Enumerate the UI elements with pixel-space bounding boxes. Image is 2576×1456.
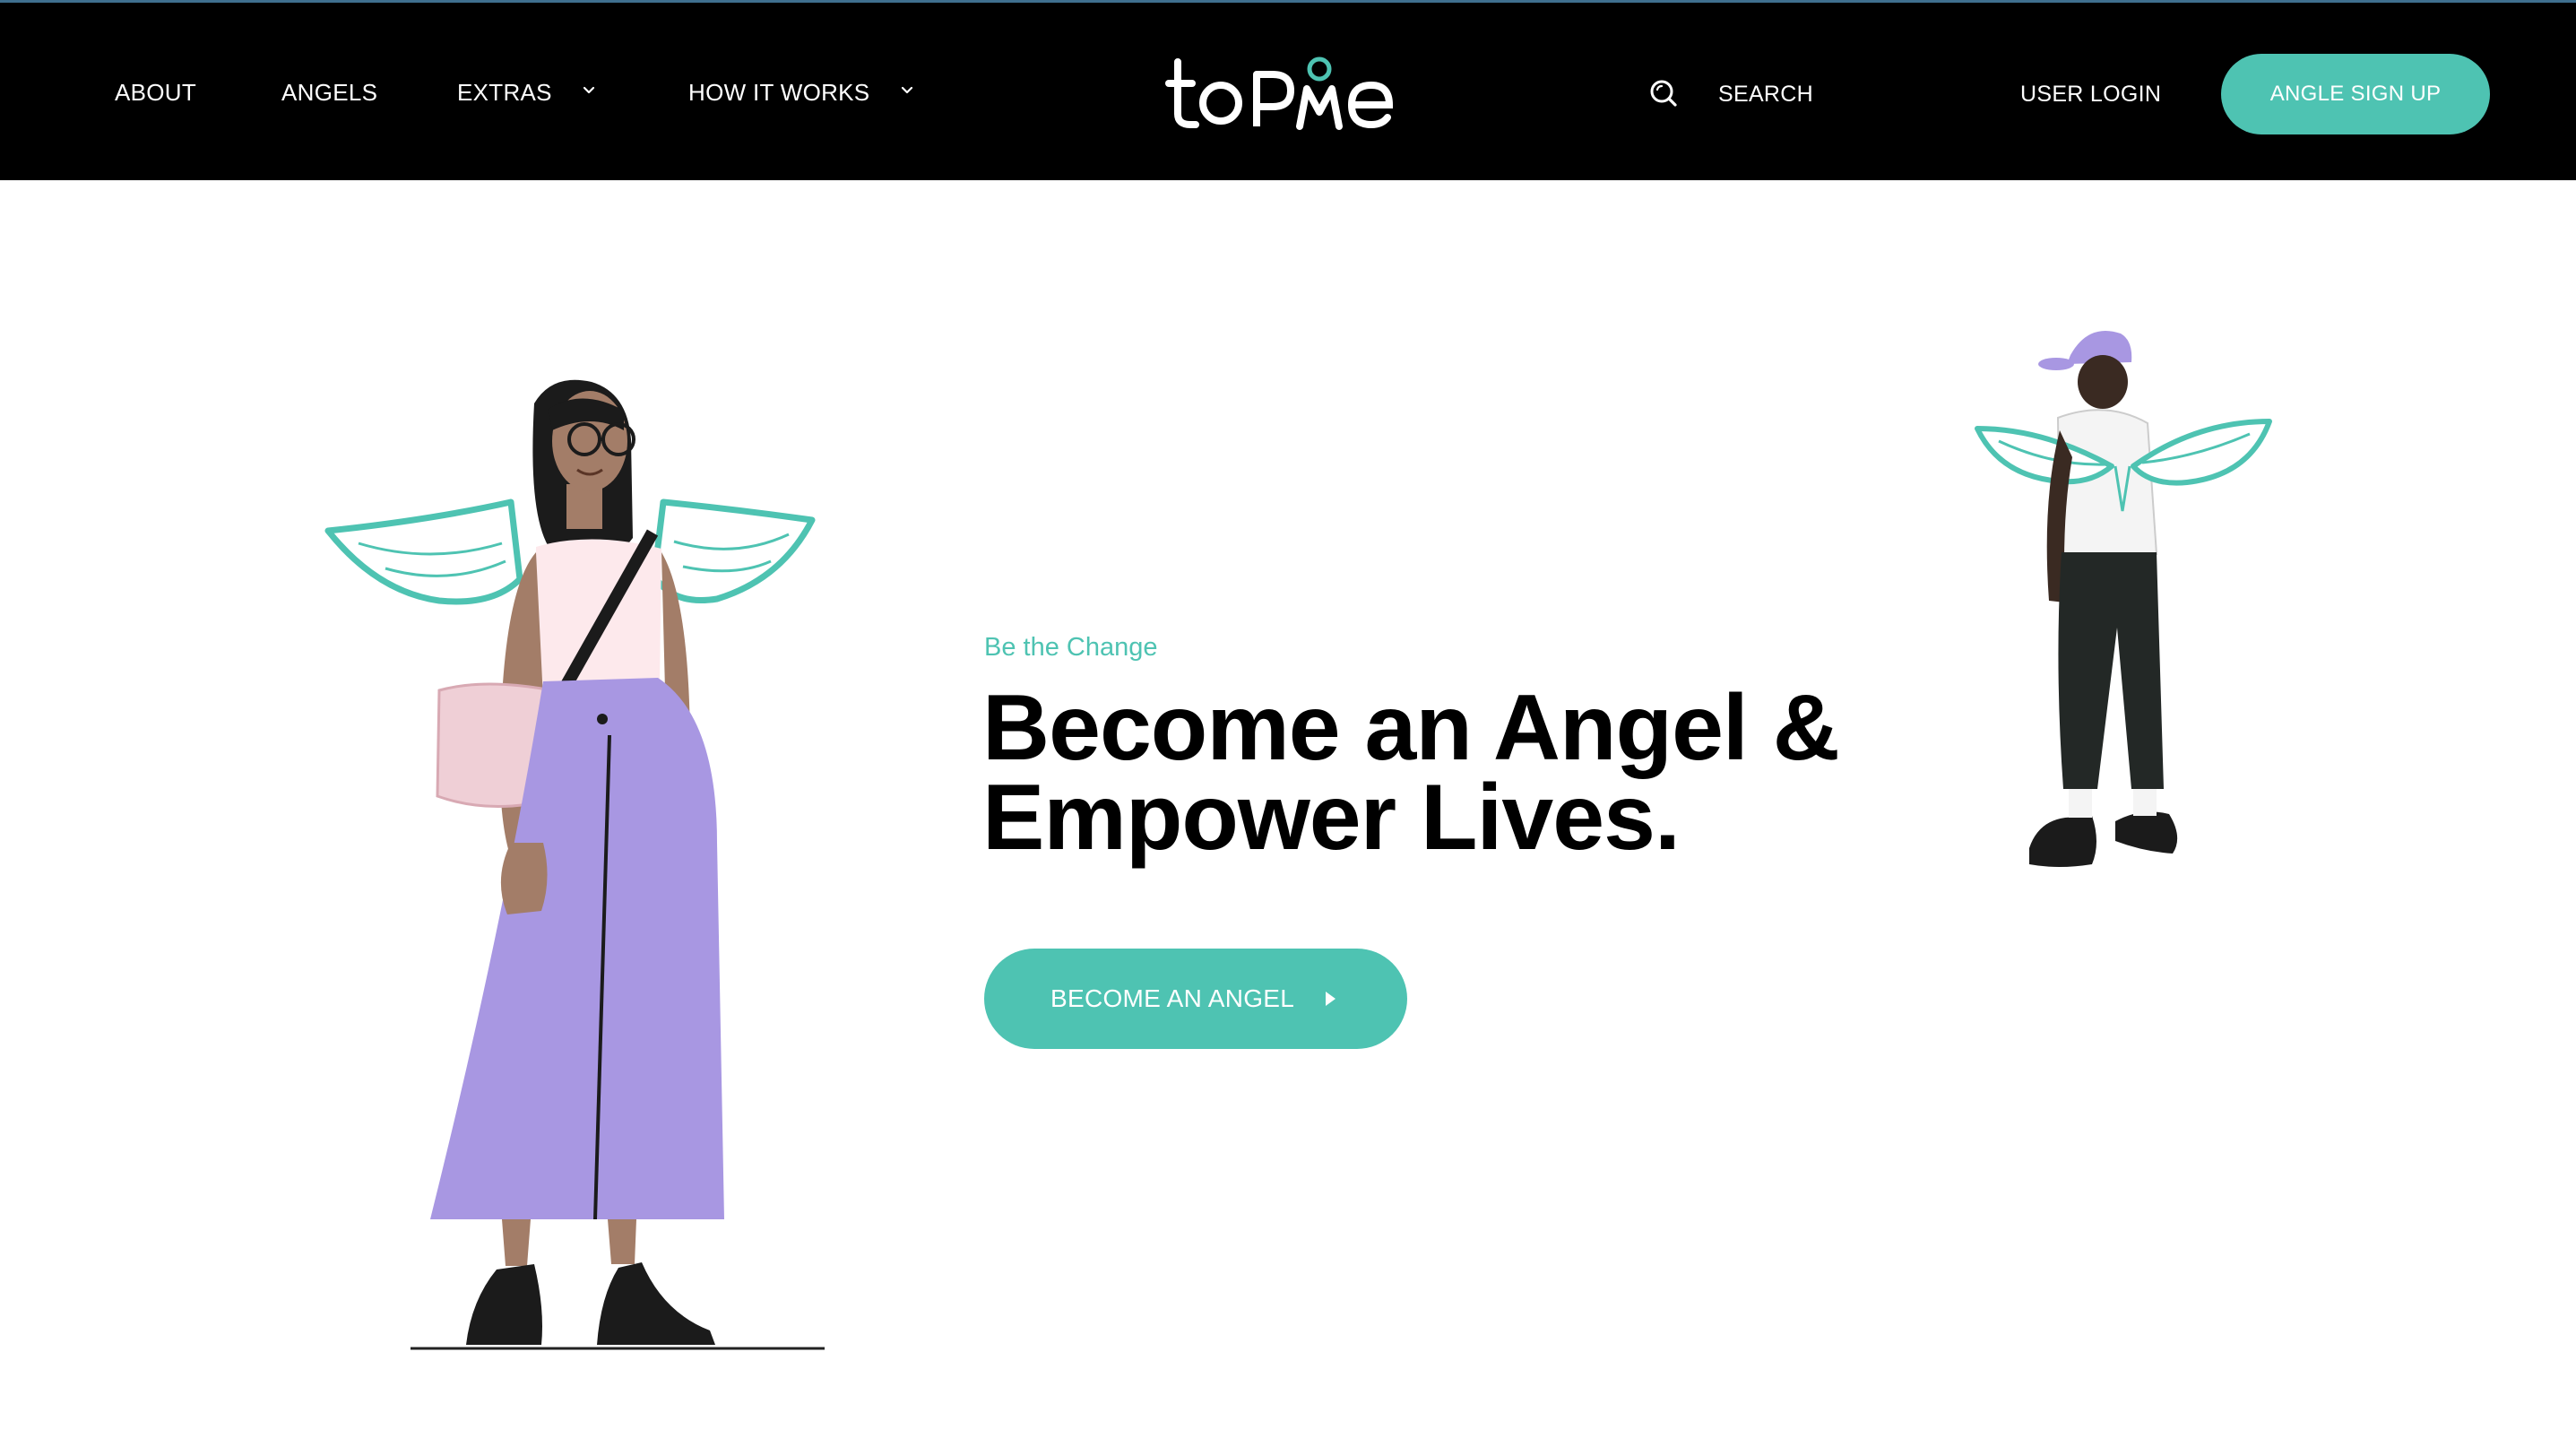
topme-logo[interactable]: [1165, 49, 1407, 139]
woman-angel-illustration: [324, 379, 825, 1350]
site-header: ABOUT ANGELS EXTRAS HOW IT WORKS SEARCH …: [0, 0, 2576, 180]
angle-sign-up-button[interactable]: ANGLE SIGN UP: [2221, 54, 2490, 134]
chevron-down-icon[interactable]: [895, 78, 920, 103]
nav-angels[interactable]: ANGELS: [281, 76, 377, 108]
cta-label: BECOME AN ANGEL: [1050, 984, 1295, 1012]
page: ABOUT ANGELS EXTRAS HOW IT WORKS SEARCH …: [0, 0, 2576, 1456]
become-an-angel-button[interactable]: BECOME AN ANGEL: [984, 949, 1407, 1049]
nav-extras[interactable]: EXTRAS: [457, 76, 552, 108]
hero-headline-line2: Empower Lives.: [982, 766, 1681, 870]
search-icon[interactable]: [1646, 76, 1681, 112]
nav-how-it-works[interactable]: HOW IT WORKS: [688, 76, 869, 108]
nav-about[interactable]: ABOUT: [115, 76, 196, 108]
man-angel-illustration: [1975, 331, 2272, 867]
play-arrow-icon: [1326, 992, 1336, 1006]
user-login-link[interactable]: USER LOGIN: [2020, 78, 2161, 110]
hero-eyebrow: Be the Change: [984, 633, 1158, 662]
chevron-down-icon[interactable]: [576, 78, 601, 103]
search-label[interactable]: SEARCH: [1718, 78, 1813, 110]
hero-headline: Become an Angel & Empower Lives.: [982, 681, 1968, 864]
hero-headline-line1: Become an Angel &: [982, 676, 1840, 780]
